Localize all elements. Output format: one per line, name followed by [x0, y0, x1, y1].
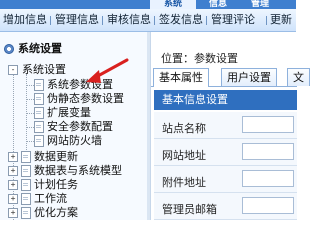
- document-icon: [34, 93, 44, 105]
- tree-line: [26, 127, 34, 128]
- form-row-site-url: 网站地址: [154, 139, 297, 166]
- menu-separator: [154, 16, 155, 25]
- tree-item-extend-vars[interactable]: 扩展变量: [34, 106, 144, 120]
- tree-item-label: 网站防火墙: [47, 134, 102, 147]
- tree-root[interactable]: 系统设置: [4, 42, 144, 56]
- top-tab-manage[interactable]: 管理: [240, 0, 280, 9]
- folder-icon: [21, 193, 31, 205]
- document-icon: [34, 107, 44, 119]
- site-name-input[interactable]: [242, 116, 294, 133]
- tree-line: [26, 85, 34, 86]
- sidebar-tree: 系统设置 - 系统设置 系统参数设置 伪静态参数设置 扩展变量 安全参数配置 网…: [0, 32, 150, 220]
- form-row-admin-email: 管理员邮箱: [154, 193, 297, 220]
- expand-icon[interactable]: +: [8, 166, 18, 176]
- tree-item-system-params[interactable]: 系统参数设置: [34, 78, 144, 92]
- folder-icon: [21, 179, 31, 191]
- tree-line: [26, 141, 34, 142]
- menu-manage-comments[interactable]: 管理评论: [211, 13, 255, 27]
- menu-add-info[interactable]: 增加信息: [3, 13, 47, 27]
- tree-root-label: 系统设置: [18, 42, 62, 55]
- document-icon: [34, 79, 44, 91]
- site-url-input[interactable]: [242, 143, 294, 160]
- tree-item-system-settings[interactable]: - 系统设置: [8, 63, 138, 77]
- menu-separator: [102, 16, 103, 25]
- tree-item-workflow[interactable]: + 工作流: [8, 192, 138, 206]
- expand-icon[interactable]: +: [8, 208, 18, 218]
- tree-item-scheduled-tasks[interactable]: + 计划任务: [8, 178, 138, 192]
- top-tab-system[interactable]: 系统: [150, 0, 196, 9]
- tree-line: [26, 113, 34, 114]
- tree-item-firewall[interactable]: 网站防火墙: [34, 134, 144, 148]
- settings-tabs: 基本属性 用户设置 文: [151, 67, 310, 87]
- menu-update[interactable]: 更新: [270, 13, 292, 27]
- menu-review-info[interactable]: 审核信息: [107, 13, 151, 27]
- tree-item-label: 系统设置: [22, 63, 66, 76]
- form-row-site-name: 站点名称: [154, 112, 297, 139]
- main-content: 位置：参数设置 基本属性 用户设置 文 基本信息设置 站点名称 网站地址 附件地…: [150, 32, 310, 220]
- menu-manage-info[interactable]: 管理信息: [55, 13, 99, 27]
- tree-item-tables-models[interactable]: + 数据表与系统模型: [8, 164, 148, 178]
- top-nav: 系统 信息 管理: [0, 0, 296, 9]
- expand-icon[interactable]: +: [8, 152, 18, 162]
- field-label: 网站地址: [162, 149, 206, 162]
- breadcrumb: 位置：参数设置: [161, 52, 238, 65]
- top-tab-info[interactable]: 信息: [200, 0, 236, 9]
- folder-icon: [21, 207, 31, 219]
- attachment-url-input[interactable]: [242, 170, 294, 187]
- collapse-icon[interactable]: -: [8, 65, 18, 75]
- tree-item-rewrite-params[interactable]: 伪静态参数设置: [34, 92, 144, 106]
- admin-email-input[interactable]: [242, 197, 294, 214]
- tree-item-data-update[interactable]: + 数据更新: [8, 150, 138, 164]
- section-header: 基本信息设置: [154, 90, 297, 110]
- menu-separator: [206, 16, 207, 25]
- tree-item-security-params[interactable]: 安全参数配置: [34, 120, 144, 134]
- tree-line: [26, 99, 34, 100]
- document-icon: [34, 135, 44, 147]
- menu-separator: [50, 16, 51, 25]
- tree-item-label: 数据更新: [34, 150, 78, 163]
- tab-basic-properties[interactable]: 基本属性: [153, 68, 209, 87]
- gear-icon: [4, 44, 14, 54]
- tree-item-optimization[interactable]: + 优化方案: [8, 206, 138, 220]
- expand-icon[interactable]: +: [8, 194, 18, 204]
- menu-separator: [266, 16, 267, 25]
- expand-icon[interactable]: +: [8, 180, 18, 190]
- folder-icon: [21, 151, 31, 163]
- tree-item-label: 优化方案: [34, 206, 78, 219]
- field-label: 站点名称: [162, 122, 206, 135]
- tree-item-label: 系统参数设置: [47, 78, 113, 91]
- tree-item-label: 工作流: [34, 192, 67, 205]
- tree-item-label: 安全参数配置: [47, 120, 113, 133]
- field-label: 管理员邮箱: [162, 203, 217, 216]
- tree-item-label: 伪静态参数设置: [47, 92, 124, 105]
- tree-item-label: 扩展变量: [47, 106, 91, 119]
- tree-item-label: 计划任务: [34, 178, 78, 191]
- tree-item-label: 数据表与系统模型: [34, 164, 122, 177]
- tab-user-settings[interactable]: 用户设置: [221, 68, 277, 86]
- menu-sign-info[interactable]: 签发信息: [159, 13, 203, 27]
- document-icon: [34, 121, 44, 133]
- tab-more[interactable]: 文: [287, 68, 310, 86]
- form-row-attachment-url: 附件地址: [154, 166, 297, 193]
- menu-bar: 增加信息 管理信息 审核信息 签发信息 管理评论 更新: [0, 9, 296, 32]
- folder-icon: [21, 165, 31, 177]
- field-label: 附件地址: [162, 176, 206, 189]
